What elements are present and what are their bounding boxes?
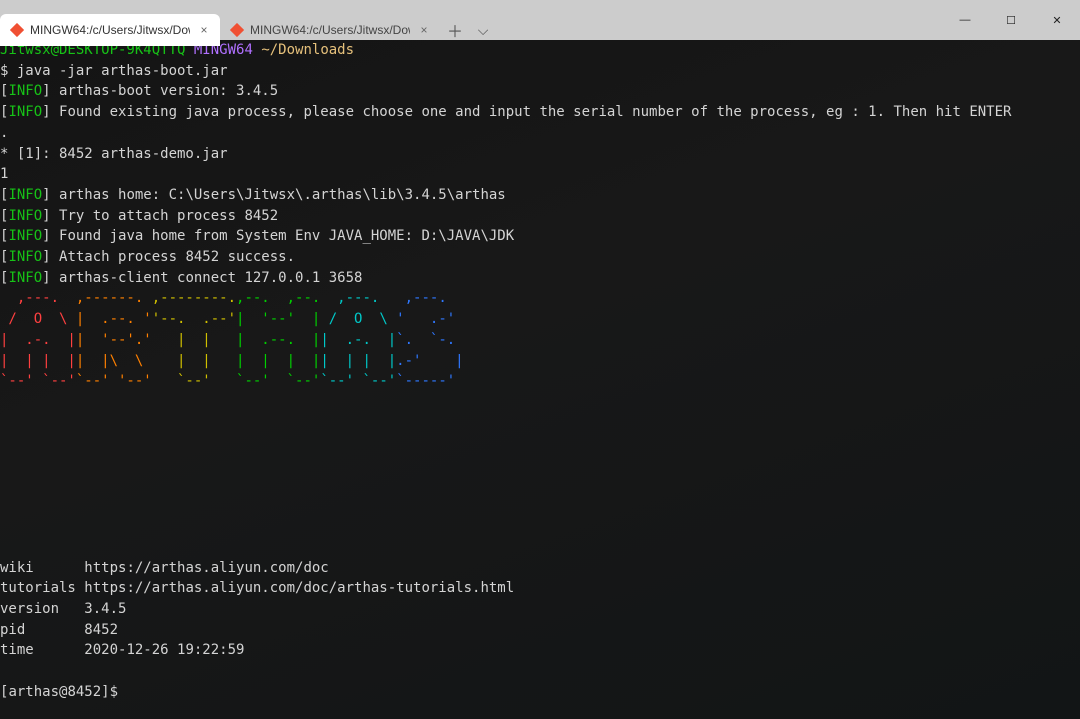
meta-wiki-val: https://arthas.aliyun.com/doc — [84, 560, 328, 576]
line-dot: . — [0, 125, 8, 141]
line-client-connect: arthas-client connect 127.0.0.1 3658 — [59, 270, 362, 286]
meta-time-key: time — [0, 642, 84, 658]
title-bar: MINGW64:/c/Users/Jitwsx/Down × MINGW64:/… — [0, 0, 1080, 40]
git-bash-icon — [10, 23, 24, 37]
line-java-home: Found java home from System Env JAVA_HOM… — [59, 228, 514, 244]
tab-strip: MINGW64:/c/Users/Jitwsx/Down × MINGW64:/… — [0, 0, 942, 46]
line-attach-success: Attach process 8452 success. — [59, 249, 295, 265]
tab-1-close-icon[interactable]: × — [196, 23, 212, 37]
meta-version-val: 3.4.5 — [84, 601, 126, 617]
tab-2-title: MINGW64:/c/Users/Jitwsx/Down — [250, 23, 410, 37]
meta-wiki-key: wiki — [0, 560, 84, 576]
line-arthas-home: arthas home: C:\Users\Jitwsx\.arthas\lib… — [59, 187, 506, 203]
line-input-1: 1 — [0, 166, 8, 182]
line-version: arthas-boot version: 3.4.5 — [59, 83, 278, 99]
meta-tutorials-val: https://arthas.aliyun.com/doc/arthas-tut… — [84, 580, 514, 596]
git-bash-icon — [230, 23, 244, 37]
meta-version-key: version — [0, 601, 84, 617]
minimize-button[interactable]: — — [942, 0, 988, 40]
line-found-process: Found existing java process, please choo… — [59, 104, 1011, 120]
tab-1[interactable]: MINGW64:/c/Users/Jitwsx/Down × — [0, 14, 220, 46]
line-proc-option: * [1]: 8452 arthas-demo.jar — [0, 146, 228, 162]
meta-pid-key: pid — [0, 622, 84, 638]
line-attach-try: Try to attach process 8452 — [59, 208, 278, 224]
tab-2[interactable]: MINGW64:/c/Users/Jitwsx/Down × — [220, 14, 440, 46]
meta-time-val: 2020-12-26 19:22:59 — [84, 642, 244, 658]
close-window-button[interactable]: ✕ — [1034, 0, 1080, 40]
meta-pid-val: 8452 — [84, 622, 118, 638]
terminal-viewport[interactable]: Jitwsx@DESKTOP-9K4QTTQ MINGW64 ~/Downloa… — [0, 40, 1080, 719]
window-controls: — ☐ ✕ — [942, 0, 1080, 40]
tab-2-close-icon[interactable]: × — [416, 23, 432, 37]
terminal-output: Jitwsx@DESKTOP-9K4QTTQ MINGW64 ~/Downloa… — [0, 40, 1080, 703]
command-line: $ java -jar arthas-boot.jar — [0, 63, 228, 79]
meta-tutorials-key: tutorials — [0, 580, 84, 596]
tab-dropdown-icon[interactable]: ⌵ — [470, 14, 496, 46]
maximize-button[interactable]: ☐ — [988, 0, 1034, 40]
info-tag: INFO — [8, 83, 42, 99]
new-tab-button[interactable]: ＋ — [440, 14, 470, 46]
tab-1-title: MINGW64:/c/Users/Jitwsx/Down — [30, 23, 190, 37]
arthas-prompt-id: arthas@8452 — [8, 684, 101, 700]
